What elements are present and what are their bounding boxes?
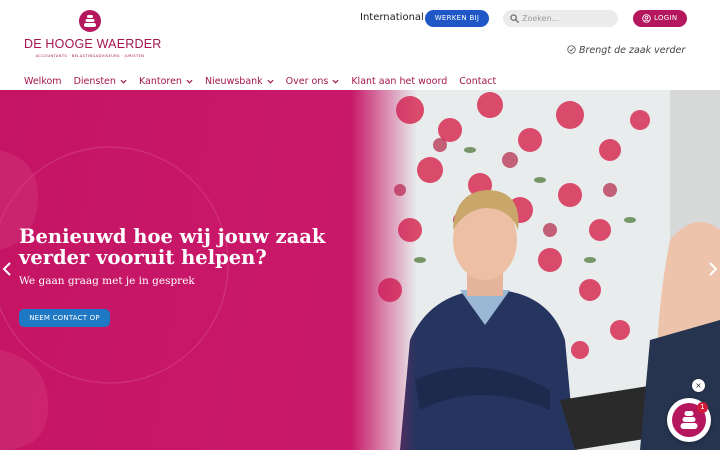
hero-subtitle: We gaan graag met je in gesprek <box>19 275 195 287</box>
nav-item-contact[interactable]: Contact <box>459 74 496 88</box>
site-header: DE HOOGE WAERDER ACCOUNTANTS · BELASTING… <box>0 0 720 90</box>
nav-item-kantoren[interactable]: Kantoren <box>139 74 193 88</box>
stacked-stones-icon <box>79 10 101 32</box>
contact-button[interactable]: NEEM CONTACT OP <box>19 309 110 327</box>
chat-close-button[interactable]: × <box>692 379 705 392</box>
logo-name: DE HOOGE WAERDER <box>24 37 162 51</box>
user-circle-icon <box>642 14 651 23</box>
chevron-down-icon <box>186 79 193 84</box>
main-nav: Welkom Diensten Kantoren Nieuwsbank Over… <box>24 74 508 88</box>
nav-item-label: Diensten <box>73 75 116 87</box>
nav-item-over-ons[interactable]: Over ons <box>286 74 340 88</box>
tagline-text: Brengt de zaak verder <box>579 45 686 56</box>
logo[interactable]: DE HOOGE WAERDER ACCOUNTANTS · BELASTING… <box>24 8 162 64</box>
chevron-down-icon <box>267 79 274 84</box>
nav-item-diensten[interactable]: Diensten <box>74 74 127 88</box>
nav-item-label: Nieuwsbank <box>204 75 263 87</box>
search-box <box>503 10 618 27</box>
search-icon <box>510 14 519 23</box>
international-link[interactable]: International <box>360 12 424 23</box>
hero-title: Benieuwd hoe wij jouw zaak verder voorui… <box>19 225 326 269</box>
check-circle-icon <box>567 45 576 54</box>
nav-item-klant-aan-het-woord[interactable]: Klant aan het woord <box>351 74 447 88</box>
nav-item-label: Contact <box>459 75 497 87</box>
search-input[interactable] <box>522 11 614 26</box>
logo-subtitle: ACCOUNTANTS · BELASTINGADVISEURS · JURIS… <box>35 54 145 58</box>
nav-item-nieuwsbank[interactable]: Nieuwsbank <box>205 74 274 88</box>
werken-bij-button[interactable]: WERKEN BIJ <box>425 10 489 27</box>
next-slide-arrow-icon[interactable] <box>708 261 718 277</box>
nav-item-label: Over ons <box>285 75 329 87</box>
nav-item-welkom[interactable]: Welkom <box>24 74 62 88</box>
chat-notification-badge: 1 <box>697 402 708 413</box>
hero-banner: Benieuwd hoe wij jouw zaak verder voorui… <box>0 90 720 450</box>
nav-item-label: Kantoren <box>138 75 182 87</box>
login-label: LOGIN <box>654 14 678 22</box>
decorative-circles <box>0 146 229 450</box>
hero-photo <box>350 90 720 450</box>
prev-slide-arrow-icon[interactable] <box>2 261 12 277</box>
tagline: Brengt de zaak verder <box>567 45 685 56</box>
nav-item-label: Klant aan het woord <box>351 75 448 87</box>
nav-item-label: Welkom <box>24 75 62 87</box>
chevron-down-icon <box>332 79 339 84</box>
login-button[interactable]: LOGIN <box>633 10 687 27</box>
chevron-down-icon <box>120 79 127 84</box>
